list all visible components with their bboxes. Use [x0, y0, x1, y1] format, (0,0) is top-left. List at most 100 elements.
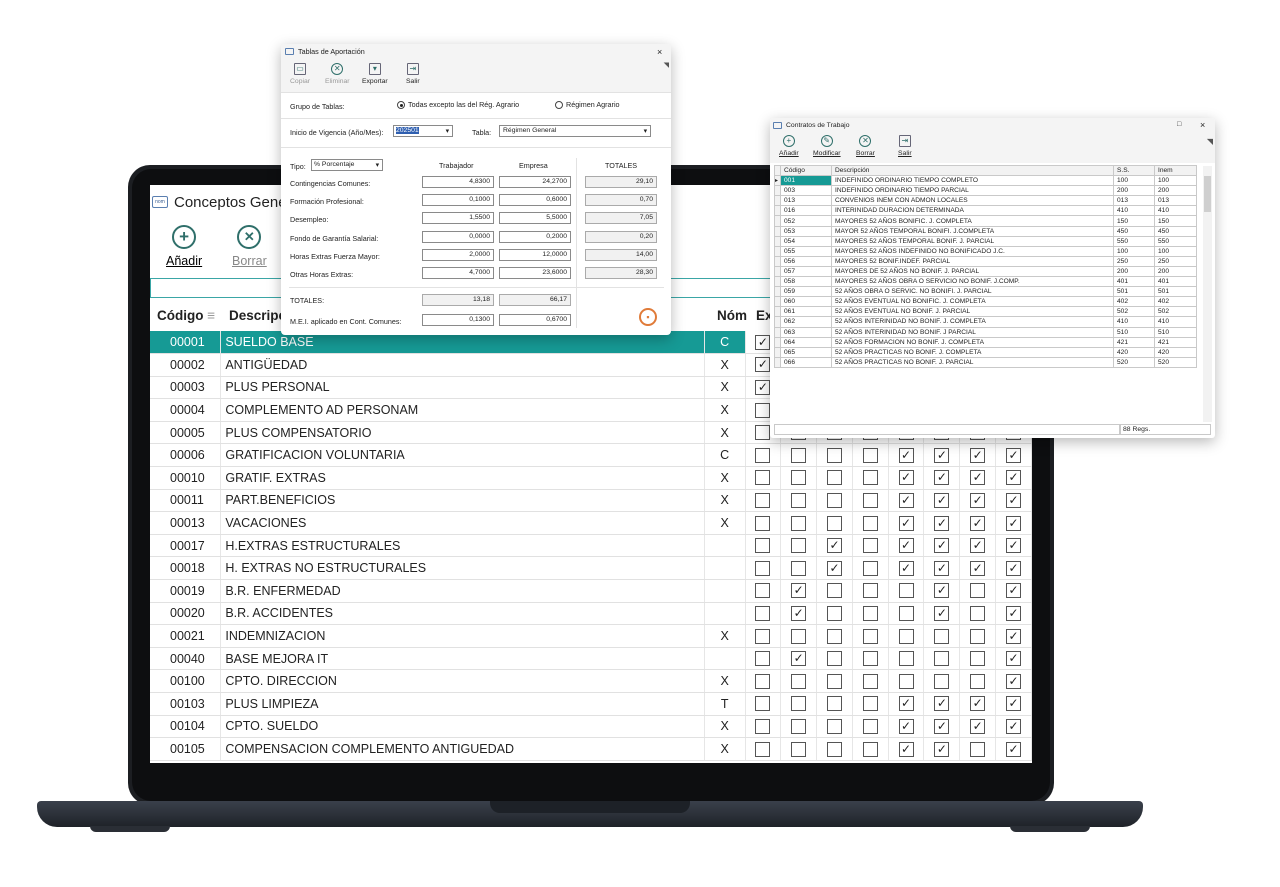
row-checkbox[interactable]: [862, 651, 878, 667]
row-checkbox[interactable]: [755, 538, 771, 554]
row-checkbox[interactable]: ✓: [1006, 515, 1022, 531]
table-row[interactable]: 013 CONVENIOS INEM CON ADMON LOCALES 013 01…: [774, 195, 1197, 207]
row-checkbox[interactable]: ✓: [1006, 583, 1022, 599]
row-checkbox[interactable]: ✓: [970, 470, 986, 486]
row-checkbox[interactable]: [862, 538, 878, 554]
row-checkbox[interactable]: ✓: [970, 447, 986, 463]
row-checkbox[interactable]: [898, 583, 914, 599]
row-checkbox[interactable]: [826, 741, 842, 757]
row-checkbox[interactable]: [826, 628, 842, 644]
row-checkbox[interactable]: [755, 718, 771, 734]
row-checkbox[interactable]: [898, 606, 914, 622]
row-checkbox[interactable]: [791, 696, 807, 712]
table-row[interactable]: 003 INDEFINIDO ORDINARIO TIEMPO PARCIAL 20…: [774, 185, 1197, 197]
row-checkbox[interactable]: [934, 673, 950, 689]
row-checkbox[interactable]: ✓: [970, 493, 986, 509]
row-checkbox[interactable]: [826, 696, 842, 712]
table-row[interactable]: 00104 CPTO. SUELDO X ✓ ✓ ✓ ✓: [150, 715, 1032, 739]
row-checkbox[interactable]: ✓: [755, 334, 771, 350]
row-checkbox[interactable]: [791, 470, 807, 486]
row-checkbox[interactable]: ✓: [934, 515, 950, 531]
row-checkbox[interactable]: [898, 673, 914, 689]
row-checkbox[interactable]: ✓: [898, 447, 914, 463]
lock-icon[interactable]: ▪: [639, 308, 657, 326]
mei-trabajador[interactable]: 0,1300: [422, 314, 494, 326]
row-checkbox[interactable]: [826, 673, 842, 689]
row-checkbox[interactable]: ✓: [934, 538, 950, 554]
row-checkbox[interactable]: [826, 718, 842, 734]
row-checkbox[interactable]: ✓: [934, 583, 950, 599]
row-checkbox[interactable]: ✓: [898, 493, 914, 509]
row-checkbox[interactable]: [791, 628, 807, 644]
empresa-input[interactable]: 24,2700: [499, 176, 571, 188]
row-checkbox[interactable]: [755, 628, 771, 644]
row-checkbox[interactable]: ✓: [1006, 493, 1022, 509]
row-checkbox[interactable]: [970, 673, 986, 689]
row-checkbox[interactable]: ✓: [791, 606, 807, 622]
row-checkbox[interactable]: ✓: [934, 696, 950, 712]
row-checkbox[interactable]: [826, 583, 842, 599]
trabajador-input[interactable]: 4,8300: [422, 176, 494, 188]
row-checkbox[interactable]: ✓: [898, 515, 914, 531]
row-checkbox[interactable]: [970, 606, 986, 622]
row-checkbox[interactable]: [826, 470, 842, 486]
radio-todas[interactable]: Todas excepto las del Rég. Agrario: [397, 100, 519, 110]
table-row[interactable]: 00010 GRATIF. EXTRAS X ✓ ✓ ✓ ✓: [150, 466, 1032, 490]
row-checkbox[interactable]: [755, 560, 771, 576]
row-checkbox[interactable]: ✓: [1006, 470, 1022, 486]
row-checkbox[interactable]: ✓: [970, 515, 986, 531]
table-row[interactable]: 052 MAYORES 52 AÑOS BONIFIC. J. COMPLETA 1…: [774, 215, 1197, 227]
table-row[interactable]: 00013 VACACIONES X ✓ ✓ ✓ ✓: [150, 511, 1032, 535]
row-checkbox[interactable]: ✓: [970, 696, 986, 712]
row-checkbox[interactable]: [862, 673, 878, 689]
col-code[interactable]: Código ≡: [157, 308, 215, 323]
row-checkbox[interactable]: [755, 515, 771, 531]
row-checkbox[interactable]: [862, 606, 878, 622]
table-row[interactable]: 056 MAYORES 52 BONIF.INDEF. PARCIAL 250 250: [774, 255, 1197, 267]
row-checkbox[interactable]: [791, 560, 807, 576]
table-row[interactable]: 064 52 AÑOS FORMACION NO BONIF. J. COMPLE…: [774, 336, 1197, 348]
table-row[interactable]: 00040 BASE MEJORA IT ✓ ✓: [150, 647, 1032, 671]
row-checkbox[interactable]: ✓: [898, 538, 914, 554]
row-checkbox[interactable]: [755, 673, 771, 689]
table-row[interactable]: 00018 H. EXTRAS NO ESTRUCTURALES ✓ ✓ ✓ ✓ ✓: [150, 556, 1032, 581]
table-row[interactable]: 00011 PART.BENEFICIOS X ✓ ✓ ✓ ✓: [150, 489, 1032, 513]
row-checkbox[interactable]: ✓: [970, 560, 986, 576]
table-row[interactable]: 00021 INDEMNIZACION X ✓: [150, 624, 1032, 648]
row-checkbox[interactable]: [755, 583, 771, 599]
row-checkbox[interactable]: ✓: [1006, 606, 1022, 622]
table-row[interactable]: 055 MAYORES 52 AÑOS INDEFINIDO NO BONIFIC…: [774, 245, 1197, 257]
scrollbar-thumb[interactable]: [1204, 176, 1211, 212]
row-checkbox[interactable]: ✓: [934, 470, 950, 486]
table-row[interactable]: 054 MAYORES 52 AÑOS TEMPORAL BONIF. J. PA…: [774, 235, 1197, 247]
row-checkbox[interactable]: ✓: [1006, 741, 1022, 757]
row-checkbox[interactable]: [755, 606, 771, 622]
row-checkbox[interactable]: [826, 515, 842, 531]
tabla-select[interactable]: Régimen General ▾: [499, 125, 651, 137]
row-checkbox[interactable]: ✓: [755, 357, 771, 373]
col-nom[interactable]: Nóm: [717, 308, 747, 323]
row-checkbox[interactable]: ✓: [1006, 651, 1022, 667]
eliminar-button[interactable]: ✕ Eliminar: [325, 63, 350, 85]
row-checkbox[interactable]: ✓: [1006, 696, 1022, 712]
row-checkbox[interactable]: [826, 651, 842, 667]
mei-empresa[interactable]: 0,6700: [499, 314, 571, 326]
maximize-icon[interactable]: □: [1177, 121, 1181, 128]
row-checkbox[interactable]: ✓: [898, 696, 914, 712]
row-checkbox[interactable]: ✓: [934, 718, 950, 734]
trabajador-input[interactable]: 0,0000: [422, 230, 494, 243]
row-checkbox[interactable]: [862, 741, 878, 757]
row-checkbox[interactable]: ✓: [934, 447, 950, 463]
row-checkbox[interactable]: ✓: [898, 718, 914, 734]
row-checkbox[interactable]: ✓: [898, 560, 914, 576]
empresa-input[interactable]: 23,6000: [499, 267, 571, 279]
row-checkbox[interactable]: [862, 470, 878, 486]
add-button[interactable]: + Añadir: [166, 225, 202, 268]
row-checkbox[interactable]: [898, 628, 914, 644]
table-row[interactable]: 065 52 AÑOS PRACTICAS NO BONIF. J. COMPLE…: [774, 346, 1197, 358]
col-desc[interactable]: Descripción: [831, 164, 1114, 177]
trabajador-input[interactable]: 0,1000: [422, 194, 494, 207]
tipo-select[interactable]: % Porcentaje ▾: [311, 159, 383, 171]
row-checkbox[interactable]: [970, 583, 986, 599]
row-checkbox[interactable]: [755, 447, 771, 463]
